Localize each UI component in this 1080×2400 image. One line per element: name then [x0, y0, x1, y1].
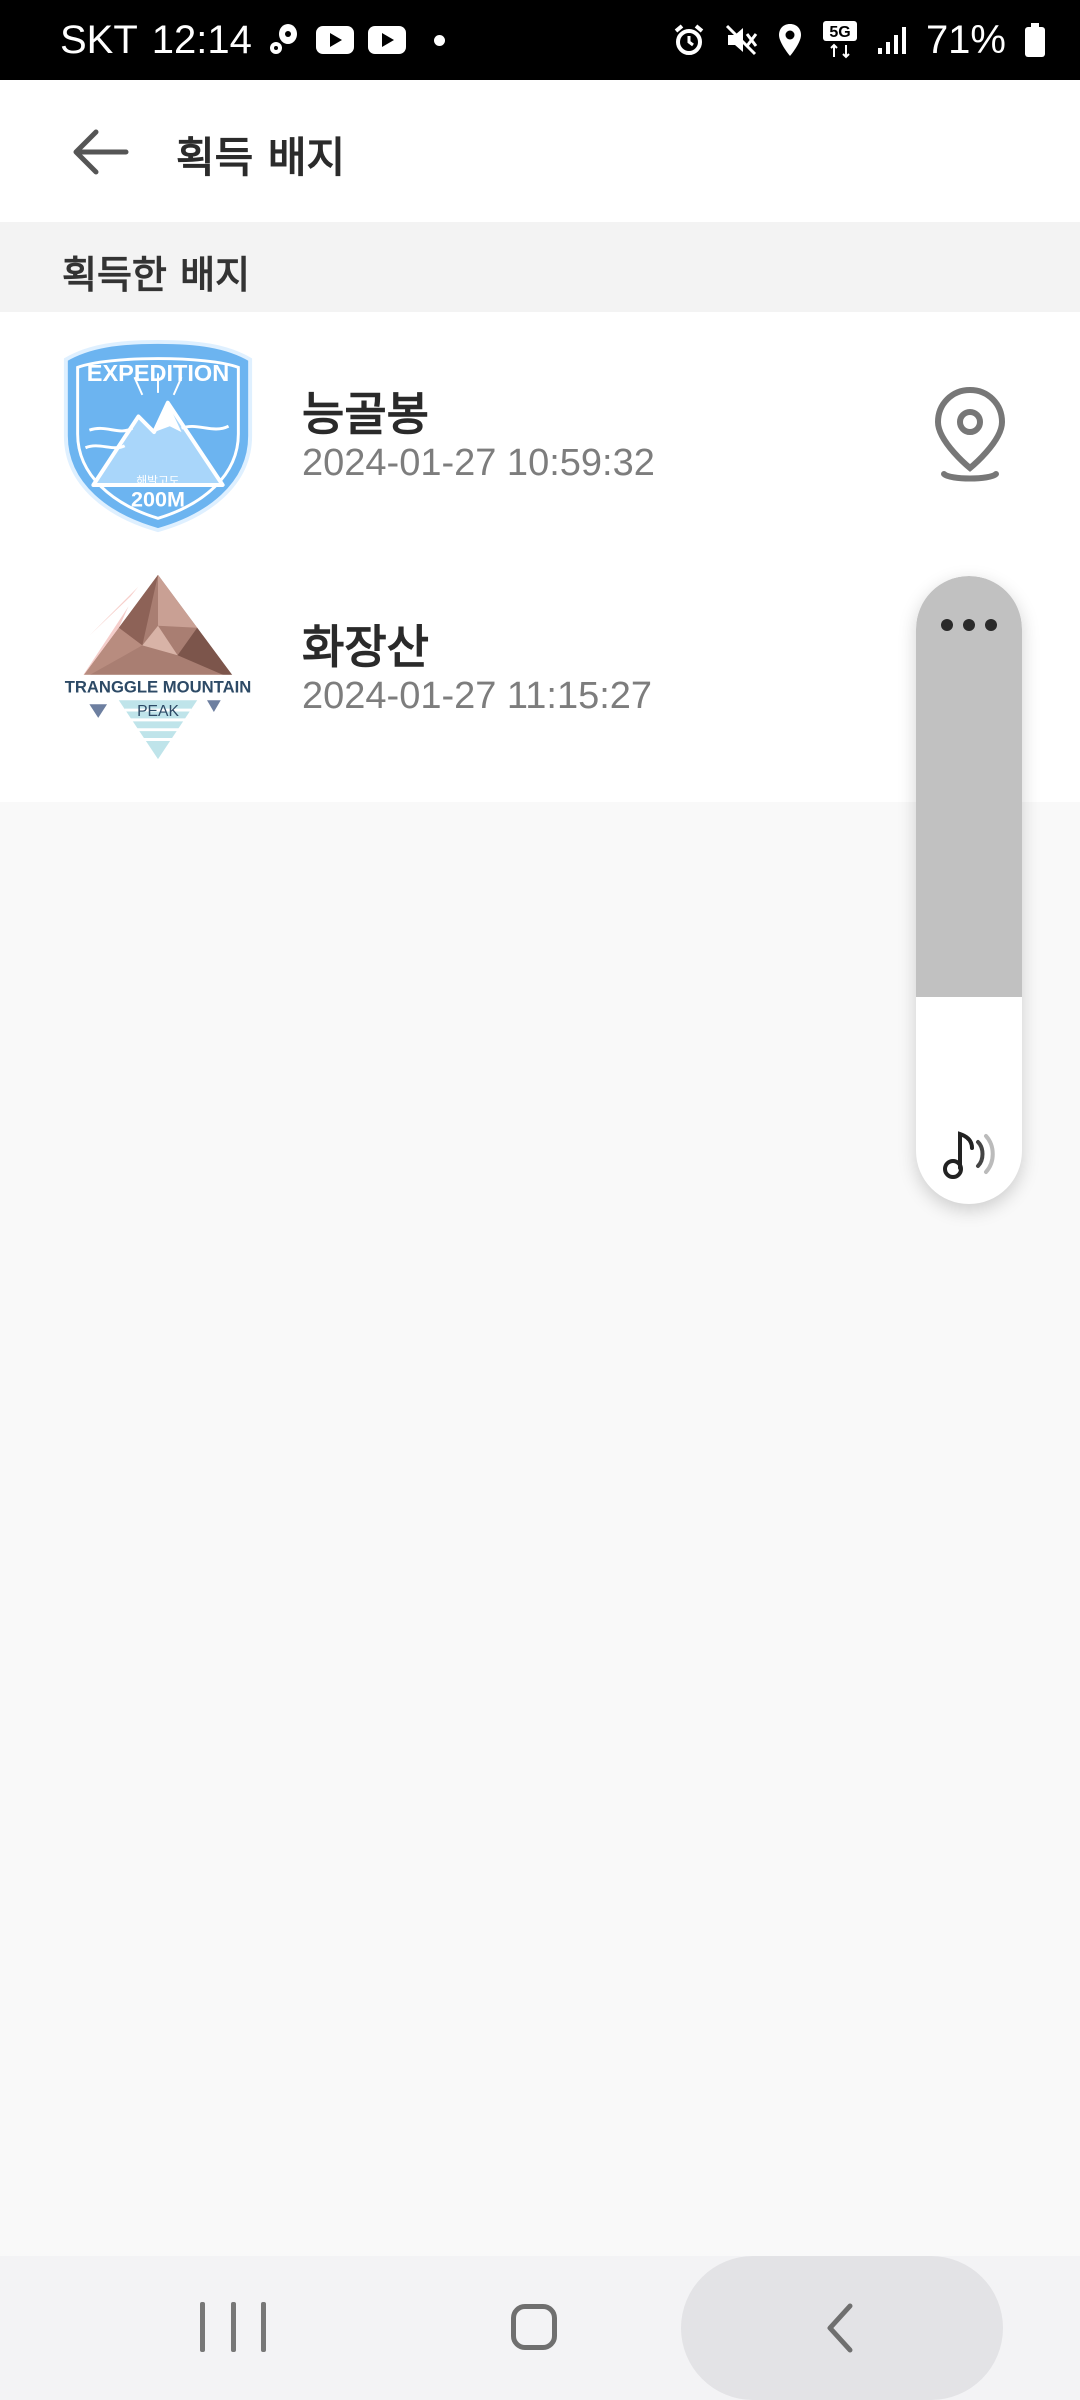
- badge-date: 2024-01-27 10:59:32: [302, 442, 655, 484]
- status-bar-right: 5G 71%: [672, 0, 1046, 80]
- youtube-icon: [367, 26, 406, 54]
- back-button[interactable]: [56, 116, 144, 188]
- app-bar: 획득 배지: [0, 80, 1080, 222]
- badge-name: 능골봉: [302, 387, 429, 441]
- back-chevron-icon[interactable]: [820, 2300, 860, 2356]
- home-icon[interactable]: [511, 2304, 557, 2350]
- list-item[interactable]: EXPEDITION 해발고도 200M 능골봉 2024-01-27 10:5…: [0, 312, 1080, 557]
- clock: 12:14: [151, 17, 252, 62]
- svg-text:5G: 5G: [829, 24, 850, 41]
- volume-panel[interactable]: [916, 576, 1022, 1204]
- expedition-badge-image: EXPEDITION 해발고도 200M: [63, 339, 253, 533]
- mountain-peak-badge-image: TRANGGLE MOUNTAIN PEAK: [65, 574, 252, 760]
- badge-name: 화장산: [302, 620, 429, 674]
- battery-icon: [1025, 23, 1045, 57]
- arrow-left-icon: [73, 129, 129, 175]
- alarm-icon: [674, 24, 704, 55]
- location-icon: [778, 24, 801, 56]
- badge-text-bottom: 200M: [131, 487, 185, 512]
- youtube-icon: [315, 26, 354, 54]
- notification-dot-icon: [433, 34, 445, 46]
- recent-apps-icon[interactable]: [200, 2302, 266, 2354]
- badge-text-top: TRANGGLE MOUNTAIN: [65, 677, 252, 696]
- section-title: 획득한 배지: [62, 253, 251, 297]
- carrier-label: SKT: [60, 17, 138, 62]
- status-bar: SKT 12:14 5G 71%: [0, 0, 1080, 80]
- more-dots-icon[interactable]: [941, 612, 997, 638]
- badge-date: 2024-01-27 11:15:27: [302, 675, 653, 717]
- battery-percent: 71%: [925, 17, 1006, 62]
- volume-slider-track[interactable]: [916, 576, 1022, 997]
- music-volume-icon[interactable]: [938, 1124, 1002, 1184]
- signal-icon: [877, 27, 906, 54]
- mute-icon: [725, 24, 758, 56]
- 5g-icon: 5G: [822, 21, 857, 59]
- section-header: 획득한 배지: [0, 222, 1080, 312]
- navigation-bar: [0, 2256, 1080, 2400]
- location-pin-icon[interactable]: [930, 384, 1010, 484]
- status-bar-left: SKT 12:14: [60, 0, 445, 80]
- page-title: 획득 배지: [176, 133, 346, 182]
- footprint-icon: [269, 24, 297, 54]
- badge-text-bottom: PEAK: [137, 703, 179, 720]
